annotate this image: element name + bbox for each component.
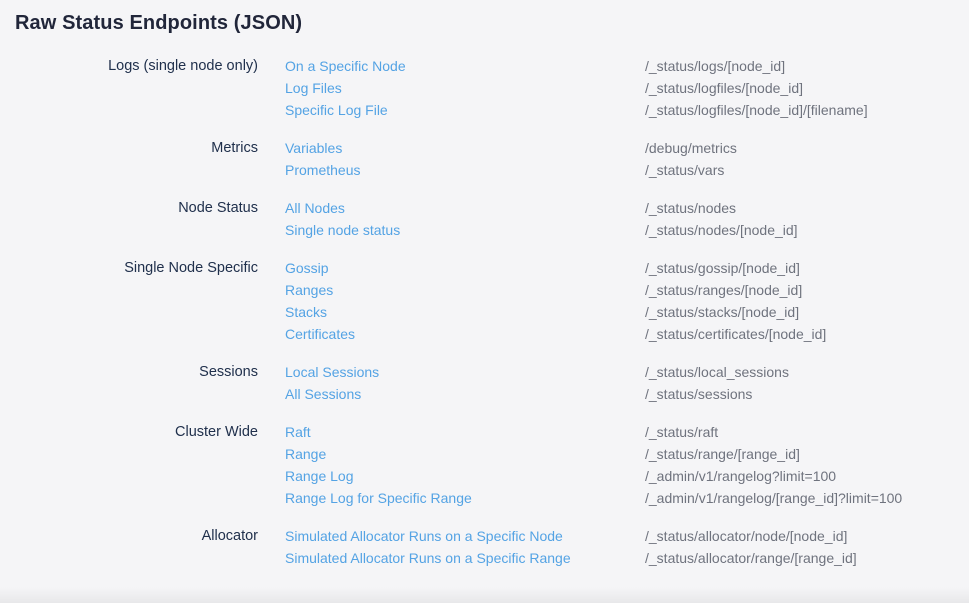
endpoint-link[interactable]: Stacks (285, 301, 645, 323)
endpoint-section: Metrics Variables /debug/metrics Prometh… (0, 137, 969, 181)
endpoint-row: Specific Log File /_status/logfiles/[nod… (258, 99, 969, 121)
category-label: Logs (single node only) (0, 55, 258, 77)
endpoint-row: Raft /_status/raft (258, 421, 969, 443)
endpoint-row: Range Log /_admin/v1/rangelog?limit=100 (258, 465, 969, 487)
endpoint-link[interactable]: Ranges (285, 279, 645, 301)
endpoint-section: Allocator Simulated Allocator Runs on a … (0, 525, 969, 569)
endpoint-link[interactable]: All Sessions (285, 383, 645, 405)
endpoint-sections: Logs (single node only) On a Specific No… (0, 55, 969, 585)
endpoint-link[interactable]: Prometheus (285, 159, 645, 181)
endpoint-link[interactable]: Simulated Allocator Runs on a Specific N… (285, 525, 645, 547)
endpoint-row: Prometheus /_status/vars (258, 159, 969, 181)
endpoint-row: Ranges /_status/ranges/[node_id] (258, 279, 969, 301)
endpoint-path: /_status/allocator/range/[range_id] (645, 547, 857, 569)
endpoint-link[interactable]: Certificates (285, 323, 645, 345)
endpoint-path: /_status/logfiles/[node_id] (645, 77, 803, 99)
endpoint-path: /_status/ranges/[node_id] (645, 279, 802, 301)
endpoint-path: /_status/range/[range_id] (645, 443, 800, 465)
endpoint-row: Single node status /_status/nodes/[node_… (258, 219, 969, 241)
endpoint-row: Certificates /_status/certificates/[node… (258, 323, 969, 345)
endpoint-rows: On a Specific Node /_status/logs/[node_i… (258, 55, 969, 121)
endpoint-path: /_status/logfiles/[node_id]/[filename] (645, 99, 868, 121)
endpoint-path: /_status/gossip/[node_id] (645, 257, 800, 279)
category-label: Allocator (0, 525, 258, 547)
endpoint-row: Variables /debug/metrics (258, 137, 969, 159)
endpoint-path: /_status/allocator/node/[node_id] (645, 525, 847, 547)
category-label: Metrics (0, 137, 258, 159)
endpoint-row: Log Files /_status/logfiles/[node_id] (258, 77, 969, 99)
endpoint-rows: Local Sessions /_status/local_sessions A… (258, 361, 969, 405)
endpoint-link[interactable]: Log Files (285, 77, 645, 99)
endpoint-section: Sessions Local Sessions /_status/local_s… (0, 361, 969, 405)
endpoint-path: /_status/vars (645, 159, 724, 181)
endpoint-path: /_admin/v1/rangelog/[range_id]?limit=100 (645, 487, 902, 509)
endpoint-link[interactable]: Range (285, 443, 645, 465)
endpoint-path: /_status/certificates/[node_id] (645, 323, 826, 345)
endpoint-rows: Simulated Allocator Runs on a Specific N… (258, 525, 969, 569)
bottom-fade (0, 587, 969, 603)
endpoint-rows: Raft /_status/raft Range /_status/range/… (258, 421, 969, 509)
endpoint-row: On a Specific Node /_status/logs/[node_i… (258, 55, 969, 77)
endpoint-link[interactable]: Simulated Allocator Runs on a Specific R… (285, 547, 645, 569)
endpoint-section: Single Node Specific Gossip /_status/gos… (0, 257, 969, 345)
endpoint-path: /debug/metrics (645, 137, 737, 159)
endpoint-path: /_status/sessions (645, 383, 752, 405)
endpoint-path: /_status/raft (645, 421, 718, 443)
endpoint-row: Simulated Allocator Runs on a Specific R… (258, 547, 969, 569)
endpoint-link[interactable]: Raft (285, 421, 645, 443)
endpoint-rows: All Nodes /_status/nodes Single node sta… (258, 197, 969, 241)
endpoint-row: All Nodes /_status/nodes (258, 197, 969, 219)
endpoint-link[interactable]: Variables (285, 137, 645, 159)
endpoint-link[interactable]: All Nodes (285, 197, 645, 219)
endpoint-link[interactable]: Range Log (285, 465, 645, 487)
endpoint-row: All Sessions /_status/sessions (258, 383, 969, 405)
category-label: Node Status (0, 197, 258, 219)
endpoint-row: Range Log for Specific Range /_admin/v1/… (258, 487, 969, 509)
endpoint-row: Gossip /_status/gossip/[node_id] (258, 257, 969, 279)
endpoint-link[interactable]: Range Log for Specific Range (285, 487, 645, 509)
endpoint-path: /_status/local_sessions (645, 361, 789, 383)
endpoint-rows: Gossip /_status/gossip/[node_id] Ranges … (258, 257, 969, 345)
endpoint-path: /_status/nodes/[node_id] (645, 219, 798, 241)
endpoint-row: Simulated Allocator Runs on a Specific N… (258, 525, 969, 547)
endpoint-row: Range /_status/range/[range_id] (258, 443, 969, 465)
category-label: Sessions (0, 361, 258, 383)
page-title: Raw Status Endpoints (JSON) (15, 12, 302, 35)
endpoint-path: /_status/nodes (645, 197, 736, 219)
endpoint-section: Cluster Wide Raft /_status/raft Range /_… (0, 421, 969, 509)
endpoint-path: /_status/stacks/[node_id] (645, 301, 799, 323)
endpoint-link[interactable]: Local Sessions (285, 361, 645, 383)
endpoint-link[interactable]: Specific Log File (285, 99, 645, 121)
endpoint-row: Local Sessions /_status/local_sessions (258, 361, 969, 383)
endpoint-path: /_status/logs/[node_id] (645, 55, 785, 77)
endpoint-link[interactable]: Gossip (285, 257, 645, 279)
endpoint-rows: Variables /debug/metrics Prometheus /_st… (258, 137, 969, 181)
endpoint-row: Stacks /_status/stacks/[node_id] (258, 301, 969, 323)
category-label: Single Node Specific (0, 257, 258, 279)
endpoint-link[interactable]: On a Specific Node (285, 55, 645, 77)
raw-status-endpoints-page: Raw Status Endpoints (JSON) Logs (single… (0, 0, 969, 603)
endpoint-link[interactable]: Single node status (285, 219, 645, 241)
endpoint-path: /_admin/v1/rangelog?limit=100 (645, 465, 836, 487)
category-label: Cluster Wide (0, 421, 258, 443)
endpoint-section: Logs (single node only) On a Specific No… (0, 55, 969, 121)
endpoint-section: Node Status All Nodes /_status/nodes Sin… (0, 197, 969, 241)
